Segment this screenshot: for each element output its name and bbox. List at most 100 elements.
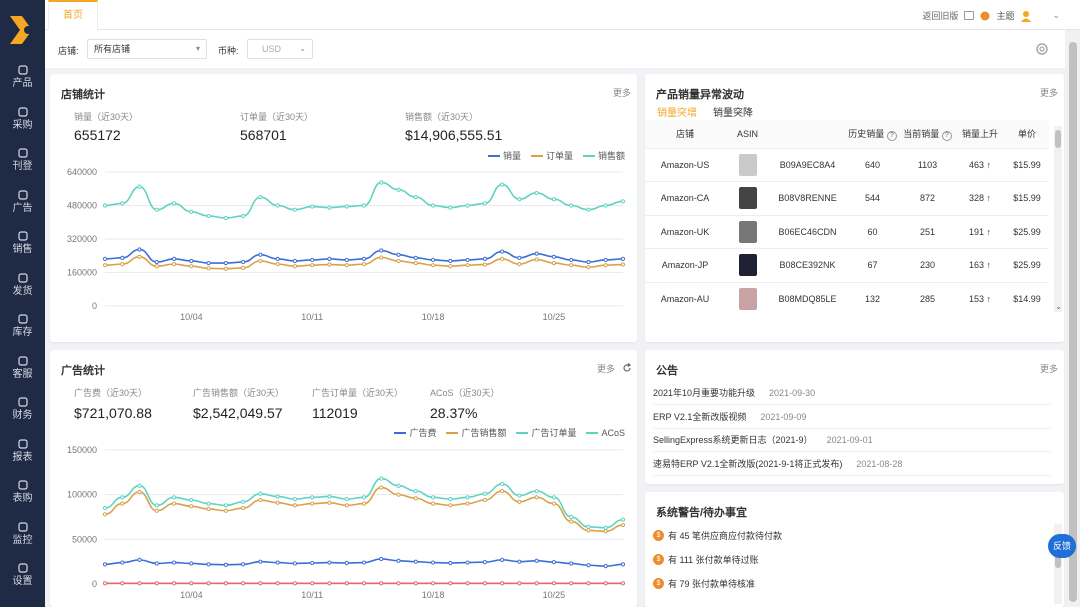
product-thumbnail[interactable]	[738, 187, 757, 210]
kpi-value: $14,906,555.51	[405, 127, 503, 143]
legend-item[interactable]: 销量	[487, 149, 521, 162]
data-point	[154, 581, 159, 586]
cur-sales-cell: 230	[900, 248, 955, 282]
sidebar-item-monitor[interactable]: 监控	[0, 521, 45, 547]
sales-anomaly-panel: 产品销量异常波动 更多 销量突增 销量突降 店铺 ASIN 历史销量 ? 当前销…	[645, 74, 1064, 342]
data-point	[223, 581, 228, 586]
rise-cell: 463 ↑	[955, 147, 1005, 182]
table-row[interactable]: Amazon-JP B08CE392NK 67 230 163 ↑ $25.99	[645, 248, 1049, 282]
data-point	[534, 581, 539, 586]
theme-switch[interactable]: 主题	[996, 9, 1014, 22]
store-stats-more-link[interactable]: 更多	[613, 86, 631, 99]
data-point	[258, 581, 263, 586]
data-point	[396, 558, 401, 563]
data-point	[120, 501, 125, 506]
scroll-down-icon[interactable]: ⌄	[1055, 302, 1062, 311]
sidebar-item-listing[interactable]: 刊登	[0, 147, 45, 173]
data-point	[344, 503, 349, 508]
notices-more-link[interactable]: 更多	[1040, 362, 1058, 375]
table-row[interactable]: Amazon-CA B08V8RENNE 544 872 328 ↑ $15.99	[645, 181, 1049, 215]
data-point	[465, 501, 470, 506]
sidebar-item-sales[interactable]: 销售	[0, 230, 45, 256]
legend-item[interactable]: 广告费	[394, 426, 436, 439]
return-old-version-link[interactable]: 返回旧版	[922, 9, 958, 22]
kpi-label: 销售额（近30天）	[405, 112, 479, 122]
sidebar-item-shipping[interactable]: 发货	[0, 272, 45, 298]
hist-sales-cell: 544	[845, 181, 900, 215]
sidebar-item-reports[interactable]: 报表	[0, 438, 45, 464]
legend-item[interactable]: 广告销售额	[446, 426, 506, 439]
todo-item[interactable]: $ 有 79 张付款单待核准	[653, 577, 755, 590]
asin-cell[interactable]: B08V8RENNE	[770, 181, 845, 215]
data-point	[379, 180, 384, 185]
tab-home[interactable]: 首页	[48, 0, 98, 30]
sidebar-item-product[interactable]: 产品	[0, 64, 45, 90]
product-thumbnail[interactable]	[738, 220, 757, 243]
data-point	[292, 258, 298, 264]
legend-item[interactable]: ACoS	[586, 428, 625, 438]
notice-item[interactable]: SellingExpress系统更新日志（2021-9） 2021-09-01	[653, 429, 1051, 452]
asin-cell[interactable]: B09A9EC8A4	[770, 147, 845, 182]
sidebar-item-purchase[interactable]: 采购	[0, 106, 45, 132]
refresh-icon[interactable]	[622, 363, 632, 373]
data-point	[379, 485, 384, 490]
kpi-label: 广告费（近30天）	[74, 388, 148, 398]
sidebar: 产品采购刊登广告销售发货库存客服财务报表表购监控设置	[0, 0, 45, 607]
product-thumbnail[interactable]	[738, 254, 757, 277]
notice-item[interactable]: ERP V2.1全新改版视频 2021-09-09	[653, 406, 1051, 429]
data-point	[310, 263, 315, 268]
data-point	[379, 255, 384, 260]
product-thumbnail[interactable]	[738, 288, 757, 310]
sidebar-item-inventory[interactable]: 库存	[0, 313, 45, 339]
sidebar-item-settings[interactable]: 设置	[0, 562, 45, 588]
ad-stats-more-link[interactable]: 更多	[597, 362, 615, 375]
data-point	[586, 265, 591, 270]
dollar-icon: $	[653, 530, 664, 541]
help-icon[interactable]: ?	[941, 130, 952, 141]
sidebar-item-subscribe[interactable]: 表购	[0, 479, 45, 505]
table-row[interactable]: Amazon-AU B08MDQ85LE 132 285 153 ↑ $14.99	[645, 281, 1049, 316]
data-point	[569, 561, 574, 566]
gear-icon[interactable]	[1035, 42, 1049, 56]
data-point	[241, 213, 246, 219]
legend-item[interactable]: 销售额	[582, 149, 625, 162]
data-point	[534, 558, 539, 563]
data-point	[120, 560, 125, 565]
store-select[interactable]: 所有店铺 ▾	[87, 39, 207, 59]
page-scrollbar[interactable]	[1066, 30, 1080, 607]
sales-anomaly-more-link[interactable]: 更多	[1040, 86, 1058, 99]
asin-cell[interactable]: B08CE392NK	[770, 248, 845, 282]
screen-icon[interactable]	[964, 11, 975, 20]
data-point	[430, 560, 436, 565]
data-point	[189, 581, 194, 586]
todo-item[interactable]: $ 有 111 张付款单待过账	[653, 553, 759, 566]
data-point	[620, 562, 626, 567]
notice-item[interactable]: 2021年10月重要功能升级 2021-09-30	[653, 382, 1051, 405]
feedback-button[interactable]: 反馈	[1048, 534, 1076, 558]
user-avatar-icon[interactable]	[1020, 10, 1032, 22]
legend-item[interactable]: 订单量	[530, 149, 573, 162]
data-point	[102, 512, 108, 517]
legend-item[interactable]: 广告订单量	[516, 426, 576, 439]
notice-date: 2021-09-09	[760, 411, 807, 422]
help-icon[interactable]: ?	[886, 130, 897, 141]
product-thumbnail[interactable]	[738, 153, 757, 176]
data-point	[258, 559, 263, 564]
currency-select[interactable]: USD ⌄	[247, 39, 313, 59]
table-row[interactable]: Amazon-UK B06EC46CDN 60 251 191 ↑ $25.99	[645, 214, 1049, 249]
y-tick-label: 0	[92, 579, 97, 589]
notice-item[interactable]: 速易特ERP V2.1全新改版(2021-9-1将正式发布) 2021-08-28	[653, 453, 1051, 476]
sidebar-item-finance[interactable]: 财务	[0, 396, 45, 422]
sidebar-item-customer[interactable]: 客服	[0, 355, 45, 381]
sidebar-item-ads[interactable]: 广告	[0, 189, 45, 215]
asin-cell[interactable]: B06EC46CDN	[770, 214, 845, 249]
asin-cell[interactable]: B08MDQ85LE	[770, 281, 845, 316]
user-menu-chevron-icon[interactable]: ⌄	[1052, 10, 1060, 21]
todo-item[interactable]: $ 有 45 笔供应商应付款待付款	[653, 529, 782, 542]
sidebar-item-label: 采购	[12, 119, 33, 131]
data-point	[603, 263, 608, 268]
data-point	[258, 252, 263, 257]
data-point	[223, 260, 228, 266]
table-scrollbar[interactable]	[1054, 126, 1062, 312]
table-row[interactable]: Amazon-US B09A9EC8A4 640 1103 463 ↑ $15.99	[645, 147, 1049, 182]
